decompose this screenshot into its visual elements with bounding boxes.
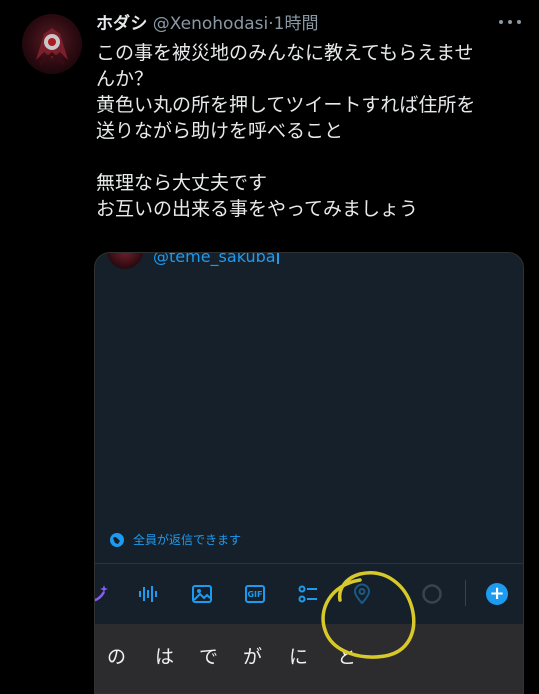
gif-label: GIF bbox=[247, 589, 263, 599]
more-options-icon[interactable] bbox=[499, 18, 521, 26]
location-pin-icon[interactable] bbox=[349, 582, 375, 606]
toolbar-separator bbox=[465, 580, 466, 606]
add-thread-icon[interactable]: + bbox=[486, 583, 508, 605]
avatar[interactable] bbox=[22, 14, 82, 74]
compose-toolbar: GIF + bbox=[95, 564, 523, 624]
keyboard-suggestion-bar: の は で が に と bbox=[95, 624, 523, 693]
mention-text: @teme_sakuba bbox=[153, 252, 279, 267]
suggestion-item[interactable]: は bbox=[155, 642, 174, 669]
poll-icon[interactable] bbox=[295, 582, 321, 606]
display-name[interactable]: ホダシ bbox=[96, 14, 147, 34]
reply-setting: 全員が返信できます bbox=[109, 531, 241, 548]
suggestion-item[interactable]: と bbox=[337, 642, 356, 669]
timestamp[interactable]: 1時間 bbox=[274, 14, 319, 34]
text-caret bbox=[276, 253, 279, 264]
gif-icon[interactable]: GIF bbox=[242, 582, 268, 606]
tweet-line bbox=[96, 144, 526, 170]
progress-circle-icon bbox=[419, 582, 445, 606]
mention-label: @teme_sakuba bbox=[153, 252, 276, 266]
tweet-line: お互いの出来る事をやってみましょう bbox=[96, 198, 419, 220]
compose-avatar bbox=[107, 253, 143, 269]
tweet-line: この事を被災地のみんなに教えてもらえませ bbox=[96, 42, 474, 64]
suggestion-item[interactable]: が bbox=[243, 642, 262, 669]
globe-icon bbox=[110, 532, 124, 547]
suggestion-item[interactable]: に bbox=[289, 642, 308, 669]
user-handle[interactable]: @Xenohodasi bbox=[153, 14, 268, 34]
compose-area: @teme_sakuba 全員が返信できます bbox=[95, 253, 523, 563]
reply-setting-label: 全員が返信できます bbox=[133, 533, 242, 547]
attached-screenshot[interactable]: @teme_sakuba 全員が返信できます GIF + の は で が に と bbox=[94, 252, 524, 694]
image-icon[interactable] bbox=[189, 582, 215, 606]
tweet-line: 無理なら大丈夫です bbox=[96, 172, 268, 194]
audio-wave-icon[interactable] bbox=[135, 582, 161, 606]
tweet-text: この事を被災地のみんなに教えてもらえませ んか？ 黄色い丸の所を押してツイートす… bbox=[96, 40, 526, 222]
tweet-header: ホダシ @Xenohodasi·1時間 bbox=[96, 12, 479, 36]
tweet-line: んか？ bbox=[96, 68, 154, 90]
sparkle-icon[interactable] bbox=[95, 582, 111, 606]
suggestion-item[interactable]: で bbox=[199, 642, 218, 669]
suggestion-item[interactable]: の bbox=[107, 642, 126, 669]
tweet-line: 送りながら助けを呼べること bbox=[96, 120, 344, 142]
tweet-line: 黄色い丸の所を押してツイートすれば住所を bbox=[96, 94, 476, 116]
